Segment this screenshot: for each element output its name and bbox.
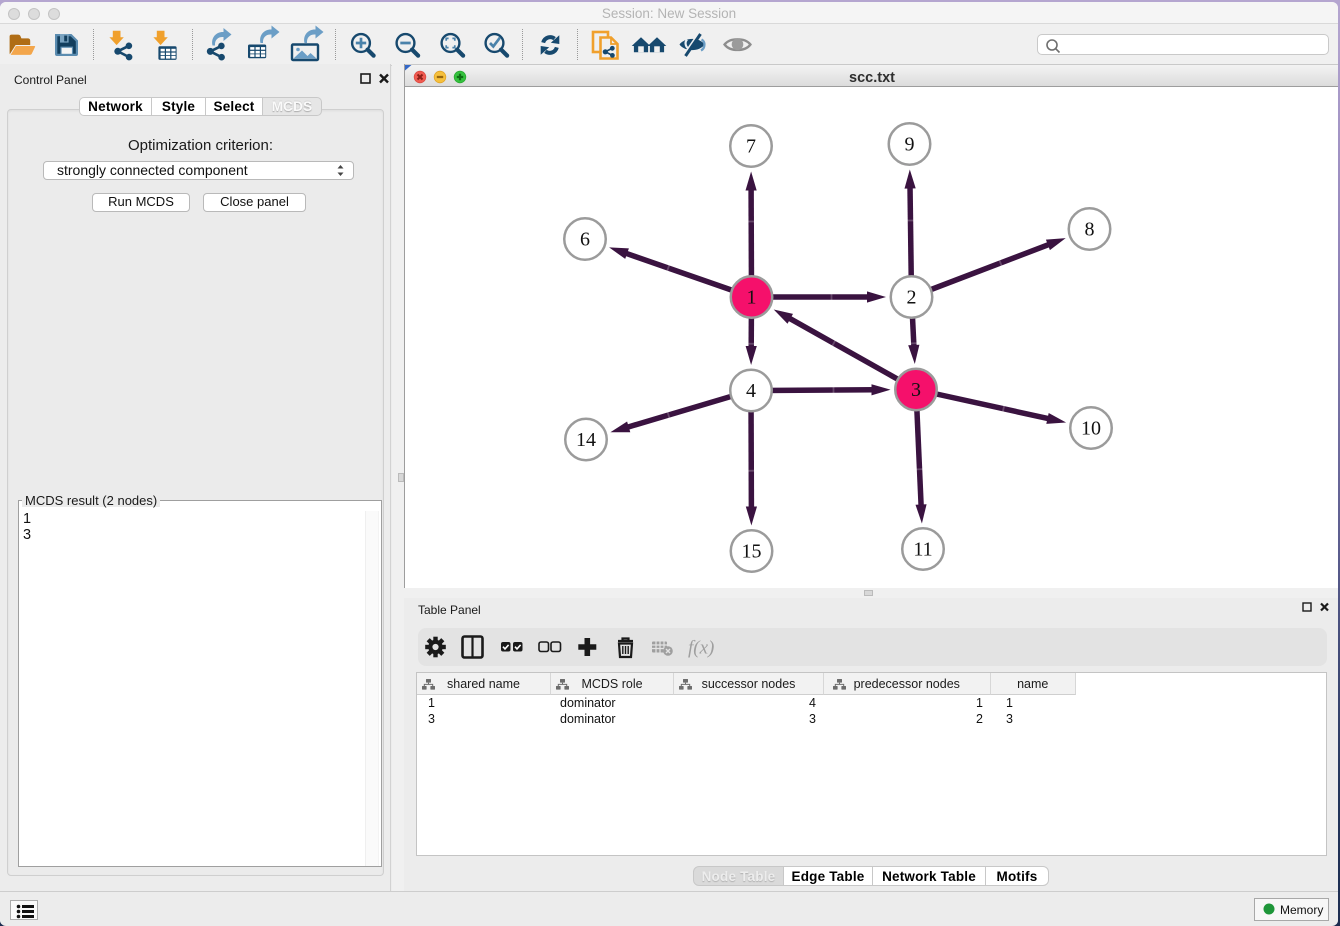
svg-text:6: 6 [580,229,590,251]
svg-text:9: 9 [905,134,915,156]
svg-text:7: 7 [746,136,756,158]
svg-text:8: 8 [1085,219,1095,241]
svg-text:4: 4 [746,380,756,402]
svg-text:1: 1 [747,287,757,309]
svg-text:14: 14 [576,429,596,451]
svg-text:f(x): f(x) [688,638,714,659]
svg-text:3: 3 [911,379,921,401]
svg-text:2: 2 [907,287,917,309]
svg-text:10: 10 [1081,418,1101,440]
svg-text:11: 11 [913,539,932,561]
svg-text:15: 15 [742,541,762,563]
